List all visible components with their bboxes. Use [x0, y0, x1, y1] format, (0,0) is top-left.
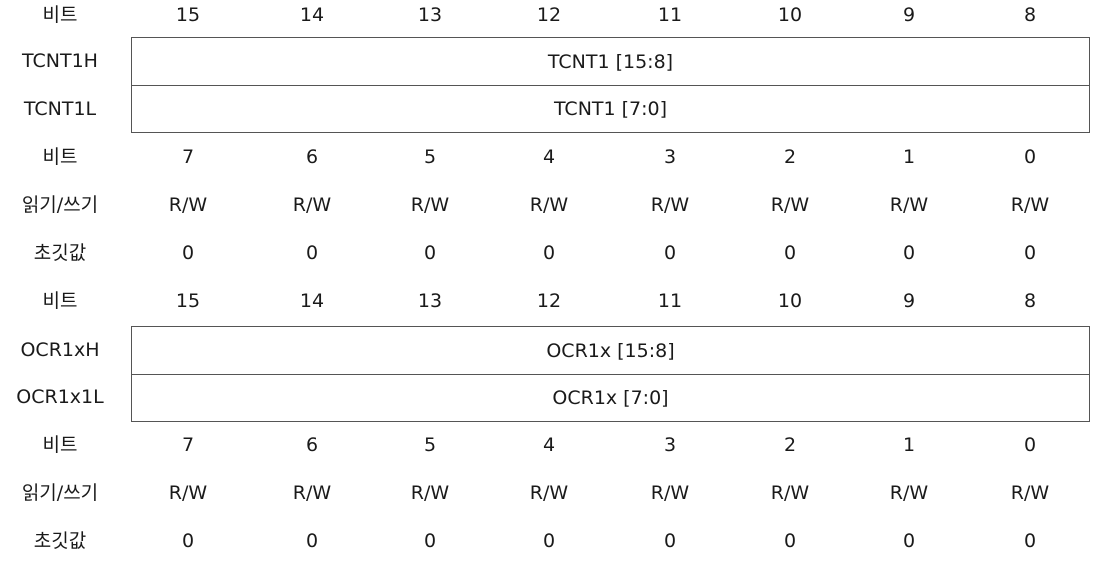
bit-number: 9	[902, 290, 916, 312]
read-write-value: R/W	[650, 482, 690, 504]
initial-value: 0	[181, 530, 195, 552]
initial-value: 0	[305, 242, 319, 264]
read-write-value: R/W	[1010, 482, 1050, 504]
read-write-value: R/W	[770, 194, 810, 216]
bit-number: 14	[299, 290, 325, 312]
bit-number: 3	[663, 146, 677, 168]
initial-value: 0	[542, 530, 556, 552]
register-high-field: OCR1x [15:8]	[546, 340, 675, 362]
initial-value: 0	[305, 530, 319, 552]
register-low-field: TCNT1 [7:0]	[553, 98, 668, 120]
initial-value: 0	[663, 530, 677, 552]
bit-number: 8	[1023, 4, 1037, 26]
read-write-value: R/W	[650, 194, 690, 216]
bit-number: 3	[663, 434, 677, 456]
initial-value-label: 초깃값	[33, 530, 87, 552]
register-box: OCR1x [15:8] OCR1x [7:0]	[131, 326, 1090, 422]
initial-value: 0	[902, 530, 916, 552]
bit-number: 10	[777, 4, 803, 26]
bit-number: 5	[423, 434, 437, 456]
bit-row-low: 비트 7 6 5 4 3 2 1 0	[0, 133, 1095, 181]
bit-number: 12	[536, 4, 562, 26]
bit-number: 15	[175, 290, 201, 312]
bit-number: 11	[657, 4, 683, 26]
bit-number: 14	[299, 4, 325, 26]
register-box: TCNT1 [15:8] TCNT1 [7:0]	[131, 37, 1090, 133]
initial-value: 0	[783, 530, 797, 552]
bit-number: 12	[536, 290, 562, 312]
bit-row-high: 비트 15 14 13 12 11 10 9 8	[0, 0, 1095, 39]
bit-number: 15	[175, 4, 201, 26]
bit-label: 비트	[42, 434, 78, 456]
bit-number: 2	[783, 434, 797, 456]
read-write-value: R/W	[889, 482, 929, 504]
read-write-value: R/W	[529, 194, 569, 216]
initial-value: 0	[181, 242, 195, 264]
bit-number: 6	[305, 434, 319, 456]
initial-value: 0	[1023, 242, 1037, 264]
bit-row-high: 비트 15 14 13 12 11 10 9 8	[0, 277, 1095, 325]
initial-value: 0	[423, 242, 437, 264]
bit-number: 11	[657, 290, 683, 312]
read-write-value: R/W	[410, 194, 450, 216]
initial-value: 0	[542, 242, 556, 264]
register-low-label: OCR1x1L	[16, 386, 104, 408]
bit-row-low: 비트 7 6 5 4 3 2 1 0	[0, 421, 1095, 469]
read-write-value: R/W	[168, 194, 208, 216]
bit-number: 13	[417, 4, 443, 26]
read-write-value: R/W	[889, 194, 929, 216]
bit-label: 비트	[42, 4, 78, 26]
bit-number: 5	[423, 146, 437, 168]
bit-number: 1	[902, 434, 916, 456]
initial-value: 0	[423, 530, 437, 552]
initial-value-row: 초깃값 0 0 0 0 0 0 0 0	[0, 229, 1095, 277]
initial-value: 0	[902, 242, 916, 264]
bit-number: 7	[181, 146, 195, 168]
read-write-value: R/W	[410, 482, 450, 504]
bit-number: 6	[305, 146, 319, 168]
bit-number: 8	[1023, 290, 1037, 312]
initial-value-row: 초깃값 0 0 0 0 0 0 0 0	[0, 517, 1095, 560]
bit-number: 1	[902, 146, 916, 168]
read-write-value: R/W	[770, 482, 810, 504]
read-write-label: 읽기/쓰기	[21, 482, 99, 504]
register-high-field: TCNT1 [15:8]	[547, 51, 674, 73]
bit-number: 7	[181, 434, 195, 456]
register-high-label: OCR1xH	[20, 339, 100, 361]
read-write-value: R/W	[292, 482, 332, 504]
initial-value: 0	[783, 242, 797, 264]
bit-number: 9	[902, 4, 916, 26]
bit-label: 비트	[42, 146, 78, 168]
register-high-label: TCNT1H	[22, 50, 98, 72]
bit-label: 비트	[42, 290, 78, 312]
initial-value: 0	[663, 242, 677, 264]
read-write-value: R/W	[292, 194, 332, 216]
register-tables: 비트 15 14 13 12 11 10 9 8 TCNT1H TCNT1L T…	[0, 0, 1095, 560]
initial-value-label: 초깃값	[33, 242, 87, 264]
register-low-field: OCR1x [7:0]	[552, 387, 669, 409]
bit-number: 4	[542, 146, 556, 168]
initial-value: 0	[1023, 530, 1037, 552]
bit-number: 0	[1023, 146, 1037, 168]
read-write-value: R/W	[168, 482, 208, 504]
read-write-row: 읽기/쓰기 R/W R/W R/W R/W R/W R/W R/W R/W	[0, 469, 1095, 517]
bit-number: 0	[1023, 434, 1037, 456]
bit-number: 4	[542, 434, 556, 456]
read-write-value: R/W	[1010, 194, 1050, 216]
read-write-value: R/W	[529, 482, 569, 504]
read-write-row: 읽기/쓰기 R/W R/W R/W R/W R/W R/W R/W R/W	[0, 181, 1095, 229]
bit-number: 2	[783, 146, 797, 168]
register-low-label: TCNT1L	[23, 98, 97, 120]
bit-number: 10	[777, 290, 803, 312]
read-write-label: 읽기/쓰기	[21, 194, 99, 216]
bit-number: 13	[417, 290, 443, 312]
